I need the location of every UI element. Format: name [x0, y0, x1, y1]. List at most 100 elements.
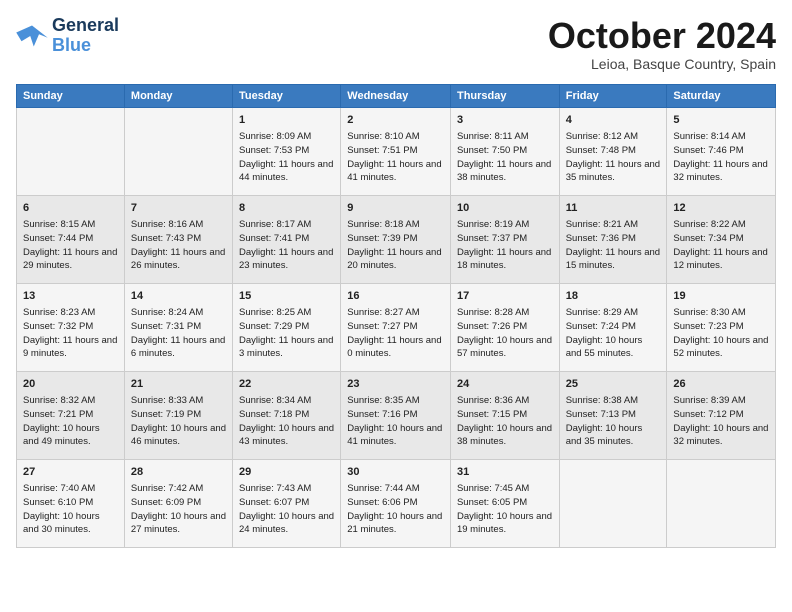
- calendar-cell: 24Sunrise: 8:36 AMSunset: 7:15 PMDayligh…: [450, 371, 559, 459]
- calendar-cell: 15 Sunrise: 8:25 AMSunset: 7:29 PMDayligh…: [233, 283, 341, 371]
- calendar-cell: 4 Sunrise: 8:12 AMSunset: 7:48 PMDaylight…: [559, 107, 667, 195]
- day-info: Sunrise: 8:39 AMSunset: 7:12 PMDaylight:…: [673, 394, 769, 449]
- day-number: 6: [23, 201, 118, 216]
- day-info: Sunrise: 8:18 AMSunset: 7:39 PMDaylight:…: [347, 218, 444, 273]
- title-area: October 2024 Leioa, Basque Country, Spai…: [548, 16, 776, 72]
- day-number: 28: [131, 465, 226, 480]
- day-number: 16: [347, 289, 444, 304]
- calendar-cell: 1Sunrise: 8:09 AMSunset: 7:53 PMDaylight…: [233, 107, 341, 195]
- header-cell-tuesday: Tuesday: [233, 84, 341, 107]
- logo-line2: Blue: [52, 36, 119, 56]
- day-number: 26: [673, 377, 769, 392]
- calendar-cell: 29Sunrise: 7:43 AMSunset: 6:07 PMDayligh…: [233, 459, 341, 547]
- calendar-cell: 22 Sunrise: 8:34 AMSunset: 7:18 PMDayligh…: [233, 371, 341, 459]
- day-info: Sunrise: 8:19 AMSunset: 7:37 PMDaylight:…: [457, 218, 553, 273]
- day-info: Sunrise: 8:28 AMSunset: 7:26 PMDaylight:…: [457, 306, 553, 361]
- calendar-cell: 18 Sunrise: 8:29 AMSunset: 7:24 PMDayligh…: [559, 283, 667, 371]
- calendar-cell: 8 Sunrise: 8:17 AMSunset: 7:41 PMDaylight…: [233, 195, 341, 283]
- day-number: 12: [673, 201, 769, 216]
- calendar-cell: 13 Sunrise: 8:23 AMSunset: 7:32 PMDayligh…: [17, 283, 125, 371]
- day-number: 14: [131, 289, 226, 304]
- header-cell-saturday: Saturday: [667, 84, 776, 107]
- day-number: 31: [457, 465, 553, 480]
- calendar-cell: 6 Sunrise: 8:15 AMSunset: 7:44 PMDaylight…: [17, 195, 125, 283]
- day-number: 10: [457, 201, 553, 216]
- day-number: 13: [23, 289, 118, 304]
- day-info: Sunrise: 8:22 AMSunset: 7:34 PMDaylight:…: [673, 218, 769, 273]
- day-info: Sunrise: 8:33 AMSunset: 7:19 PMDaylight:…: [131, 394, 226, 449]
- day-info: Sunrise: 8:30 AMSunset: 7:23 PMDaylight:…: [673, 306, 769, 361]
- day-info: Sunrise: 8:24 AMSunset: 7:31 PMDaylight:…: [131, 306, 226, 361]
- location-subtitle: Leioa, Basque Country, Spain: [548, 56, 776, 72]
- day-number: 7: [131, 201, 226, 216]
- calendar-cell: 14 Sunrise: 8:24 AMSunset: 7:31 PMDayligh…: [124, 283, 232, 371]
- header-cell-friday: Friday: [559, 84, 667, 107]
- calendar-cell: [17, 107, 125, 195]
- day-number: 8: [239, 201, 334, 216]
- logo-line1: General: [52, 16, 119, 36]
- day-number: 11: [566, 201, 661, 216]
- calendar-cell: [667, 459, 776, 547]
- calendar-header: SundayMondayTuesdayWednesdayThursdayFrid…: [17, 84, 776, 107]
- calendar-cell: 20Sunrise: 8:32 AMSunset: 7:21 PMDayligh…: [17, 371, 125, 459]
- calendar-cell: 28 Sunrise: 7:42 AMSunset: 6:09 PMDayligh…: [124, 459, 232, 547]
- calendar-cell: 30Sunrise: 7:44 AMSunset: 6:06 PMDayligh…: [341, 459, 451, 547]
- week-row-5: 27Sunrise: 7:40 AMSunset: 6:10 PMDayligh…: [17, 459, 776, 547]
- calendar-cell: 19 Sunrise: 8:30 AMSunset: 7:23 PMDayligh…: [667, 283, 776, 371]
- day-info: Sunrise: 8:12 AMSunset: 7:48 PMDaylight:…: [566, 130, 661, 185]
- day-info: Sunrise: 8:29 AMSunset: 7:24 PMDaylight:…: [566, 306, 661, 361]
- day-number: 30: [347, 465, 444, 480]
- logo-text: General Blue: [52, 16, 119, 56]
- calendar-cell: 23 Sunrise: 8:35 AMSunset: 7:16 PMDayligh…: [341, 371, 451, 459]
- day-info: Sunrise: 8:35 AMSunset: 7:16 PMDaylight:…: [347, 394, 444, 449]
- day-number: 17: [457, 289, 553, 304]
- calendar-cell: 16Sunrise: 8:27 AMSunset: 7:27 PMDayligh…: [341, 283, 451, 371]
- calendar-cell: 2Sunrise: 8:10 AMSunset: 7:51 PMDaylight…: [341, 107, 451, 195]
- day-info: Sunrise: 8:36 AMSunset: 7:15 PMDaylight:…: [457, 394, 553, 449]
- day-info: Sunrise: 8:21 AMSunset: 7:36 PMDaylight:…: [566, 218, 661, 273]
- header-row: SundayMondayTuesdayWednesdayThursdayFrid…: [17, 84, 776, 107]
- day-number: 21: [131, 377, 226, 392]
- day-number: 15: [239, 289, 334, 304]
- calendar-cell: 5Sunrise: 8:14 AMSunset: 7:46 PMDaylight…: [667, 107, 776, 195]
- calendar-cell: 21 Sunrise: 8:33 AMSunset: 7:19 PMDayligh…: [124, 371, 232, 459]
- calendar-cell: 3 Sunrise: 8:11 AMSunset: 7:50 PMDaylight…: [450, 107, 559, 195]
- day-info: Sunrise: 7:43 AMSunset: 6:07 PMDaylight:…: [239, 482, 334, 537]
- day-number: 4: [566, 113, 661, 128]
- day-number: 9: [347, 201, 444, 216]
- logo-icon: [16, 22, 48, 50]
- week-row-2: 6 Sunrise: 8:15 AMSunset: 7:44 PMDaylight…: [17, 195, 776, 283]
- day-info: Sunrise: 8:11 AMSunset: 7:50 PMDaylight:…: [457, 130, 553, 185]
- day-info: Sunrise: 8:25 AMSunset: 7:29 PMDaylight:…: [239, 306, 334, 361]
- day-info: Sunrise: 8:38 AMSunset: 7:13 PMDaylight:…: [566, 394, 661, 449]
- logo: General Blue: [16, 16, 119, 56]
- day-number: 25: [566, 377, 661, 392]
- calendar-body: 1Sunrise: 8:09 AMSunset: 7:53 PMDaylight…: [17, 107, 776, 547]
- header-cell-monday: Monday: [124, 84, 232, 107]
- calendar-cell: 11 Sunrise: 8:21 AMSunset: 7:36 PMDayligh…: [559, 195, 667, 283]
- day-number: 5: [673, 113, 769, 128]
- day-info: Sunrise: 8:15 AMSunset: 7:44 PMDaylight:…: [23, 218, 118, 273]
- day-info: Sunrise: 8:16 AMSunset: 7:43 PMDaylight:…: [131, 218, 226, 273]
- day-number: 18: [566, 289, 661, 304]
- day-info: Sunrise: 8:17 AMSunset: 7:41 PMDaylight:…: [239, 218, 334, 273]
- day-info: Sunrise: 8:10 AMSunset: 7:51 PMDaylight:…: [347, 130, 444, 185]
- calendar-cell: 10 Sunrise: 8:19 AMSunset: 7:37 PMDayligh…: [450, 195, 559, 283]
- header-cell-thursday: Thursday: [450, 84, 559, 107]
- calendar-table: SundayMondayTuesdayWednesdayThursdayFrid…: [16, 84, 776, 548]
- month-title: October 2024: [548, 16, 776, 56]
- day-info: Sunrise: 7:42 AMSunset: 6:09 PMDaylight:…: [131, 482, 226, 537]
- day-number: 3: [457, 113, 553, 128]
- day-number: 19: [673, 289, 769, 304]
- calendar-cell: 9 Sunrise: 8:18 AMSunset: 7:39 PMDaylight…: [341, 195, 451, 283]
- calendar-cell: 17 Sunrise: 8:28 AMSunset: 7:26 PMDayligh…: [450, 283, 559, 371]
- day-number: 22: [239, 377, 334, 392]
- calendar-cell: 27Sunrise: 7:40 AMSunset: 6:10 PMDayligh…: [17, 459, 125, 547]
- day-number: 23: [347, 377, 444, 392]
- header-cell-sunday: Sunday: [17, 84, 125, 107]
- day-info: Sunrise: 8:09 AMSunset: 7:53 PMDaylight:…: [239, 130, 334, 185]
- day-info: Sunrise: 8:23 AMSunset: 7:32 PMDaylight:…: [23, 306, 118, 361]
- day-info: Sunrise: 8:34 AMSunset: 7:18 PMDaylight:…: [239, 394, 334, 449]
- calendar-cell: 31Sunrise: 7:45 AMSunset: 6:05 PMDayligh…: [450, 459, 559, 547]
- calendar-cell: 25 Sunrise: 8:38 AMSunset: 7:13 PMDayligh…: [559, 371, 667, 459]
